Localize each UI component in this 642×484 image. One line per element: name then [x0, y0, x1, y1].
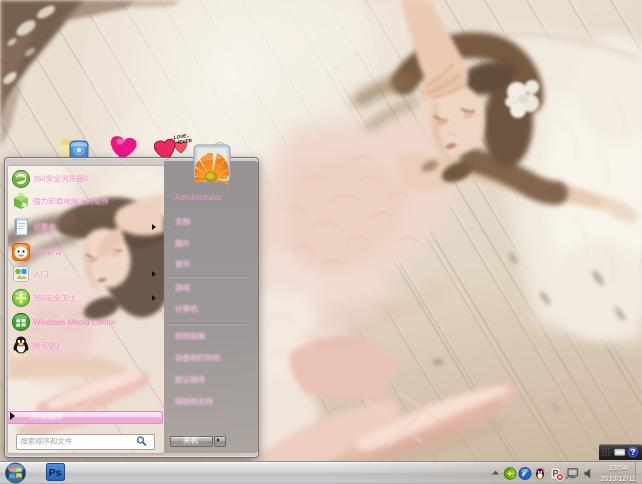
- svg-text:Ps: Ps: [49, 467, 62, 479]
- svg-text:?: ?: [630, 447, 635, 457]
